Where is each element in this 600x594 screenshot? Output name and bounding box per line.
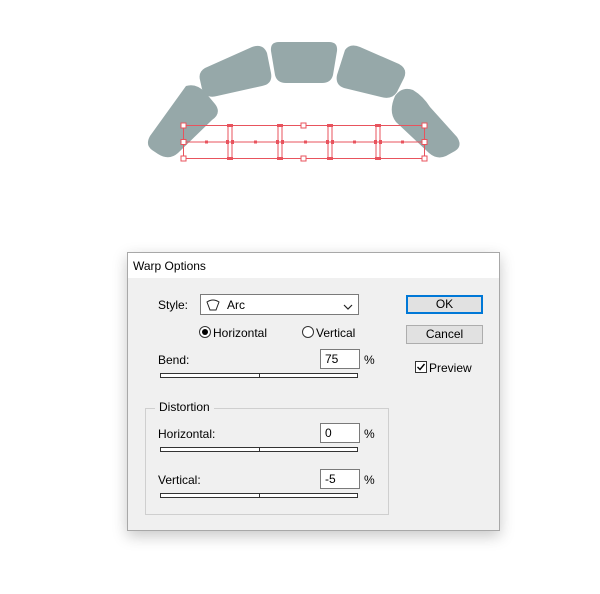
vertical-distortion-field[interactable] [320,469,360,489]
warp-options-dialog: Warp Options Style: Arc Horizontal Verti… [127,252,500,531]
style-label: Style: [158,298,189,312]
style-dropdown-value: Arc [227,298,245,312]
slider-center-tick [259,373,260,378]
bend-unit: % [364,353,375,367]
bend-label: Bend: [158,353,190,367]
style-dropdown[interactable]: Arc [200,294,359,315]
bend-field[interactable] [320,349,360,369]
warp-shape-4[interactable] [336,45,406,98]
horizontal-radio[interactable] [199,326,211,338]
horizontal-radio-label[interactable]: Horizontal [213,326,267,340]
slider-center-tick [259,447,260,452]
chevron-down-icon [343,300,353,314]
checkmark-icon [417,363,426,371]
horizontal-distortion-label: Horizontal: [158,427,216,441]
dialog-titlebar[interactable]: Warp Options [128,253,499,278]
cancel-button[interactable]: Cancel [406,325,483,344]
vertical-distortion-label: Vertical: [158,473,201,487]
preview-label[interactable]: Preview [429,361,472,375]
vertical-distortion-slider[interactable] [160,493,358,498]
bend-slider[interactable] [160,373,358,378]
warped-artwork-canvas [147,42,460,162]
vertical-radio[interactable] [302,326,314,338]
preview-checkbox[interactable] [415,361,427,373]
warp-shape-3[interactable] [270,42,338,83]
slider-center-tick [259,493,260,498]
horizontal-distortion-unit: % [364,427,375,441]
horizontal-distortion-slider[interactable] [160,447,358,452]
vertical-radio-label[interactable]: Vertical [316,326,355,340]
horizontal-distortion-field[interactable] [320,423,360,443]
vertical-distortion-unit: % [364,473,375,487]
distortion-legend: Distortion [155,400,214,414]
ok-button[interactable]: OK [406,295,483,314]
warped-shapes [147,42,460,158]
arc-warp-icon [206,298,220,314]
warp-shape-1[interactable] [147,85,218,158]
dialog-title: Warp Options [133,259,206,273]
warp-shape-2[interactable] [199,45,272,97]
radio-selected-dot [202,329,208,335]
